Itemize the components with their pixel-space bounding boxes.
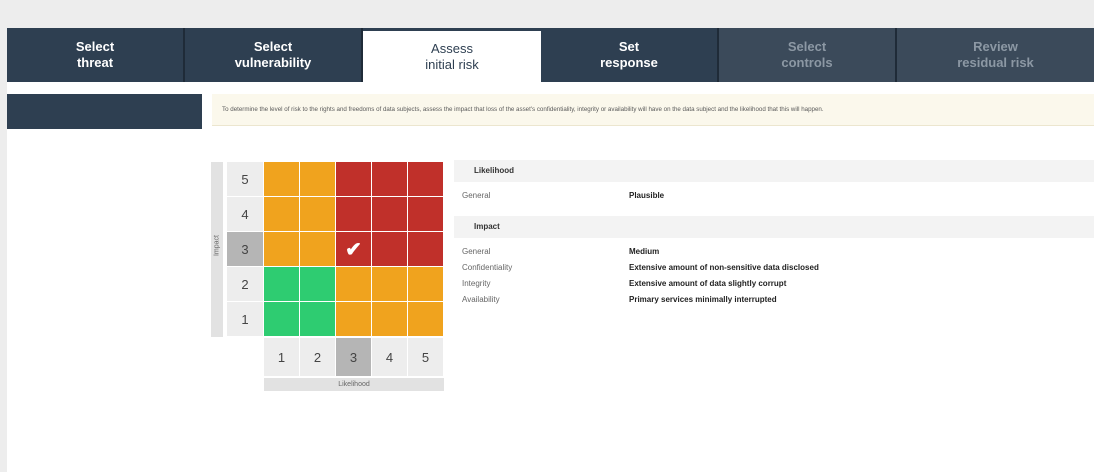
- step-select-vulnerability[interactable]: Select vulnerability: [185, 28, 363, 82]
- impact-axis: Impact: [211, 162, 223, 337]
- risk-cell-2-2[interactable]: [300, 267, 336, 302]
- risk-cell-5-1[interactable]: [264, 162, 300, 197]
- field-value: Primary services minimally interrupted: [629, 295, 777, 304]
- likelihood-axis-label: Likelihood: [264, 378, 444, 391]
- impact-heading: Impact: [454, 216, 1094, 238]
- risk-cell-2-4[interactable]: [372, 267, 408, 302]
- step-label-line1: Review: [973, 39, 1018, 54]
- risk-cell-3-4[interactable]: [372, 232, 408, 267]
- sidebar-header: [7, 94, 202, 129]
- risk-cell-3-2[interactable]: [300, 232, 336, 267]
- likelihood-level-1[interactable]: 1: [264, 338, 300, 376]
- risk-cell-4-4[interactable]: [372, 197, 408, 232]
- risk-cell-4-1[interactable]: [264, 197, 300, 232]
- step-label-line1: Select: [75, 39, 115, 54]
- risk-cell-5-3[interactable]: [336, 162, 372, 197]
- risk-cell-2-5[interactable]: [408, 267, 444, 302]
- step-select-threat[interactable]: Select threat: [7, 28, 185, 82]
- risk-cell-4-3[interactable]: [336, 197, 372, 232]
- field-label: Confidentiality: [462, 263, 513, 272]
- risk-matrix: Impact 54321 ✔ 12345 Likelihood: [207, 130, 448, 470]
- step-label-line1: Assess: [431, 40, 473, 56]
- step-label-line1: Select: [787, 39, 827, 54]
- checkmark-icon: ✔: [345, 238, 362, 261]
- risk-cell-1-3[interactable]: [336, 302, 372, 337]
- risk-cell-5-2[interactable]: [300, 162, 336, 197]
- likelihood-heading: Likelihood: [454, 160, 1094, 182]
- step-label-line2: threat: [76, 55, 114, 70]
- step-label-line2: vulnerability: [234, 55, 312, 70]
- risk-cell-3-3[interactable]: ✔: [336, 232, 372, 267]
- likelihood-general-row: General Plausible: [454, 188, 1094, 204]
- impact-integrity-row: Integrity Extensive amount of data sligh…: [454, 276, 1094, 292]
- step-review-residual-risk: Review residual risk: [897, 28, 1094, 82]
- step-select-controls: Select controls: [719, 28, 897, 82]
- impact-confidentiality-row: Confidentiality Extensive amount of non-…: [454, 260, 1094, 276]
- risk-cell-3-1[interactable]: [264, 232, 300, 267]
- impact-level-2[interactable]: 2: [227, 267, 263, 302]
- step-label-line2: initial risk: [425, 56, 479, 72]
- step-label-line1: Set: [618, 39, 640, 54]
- risk-cell-3-5[interactable]: [408, 232, 444, 267]
- step-label-line2: response: [600, 55, 658, 70]
- step-label-line2: controls: [781, 55, 833, 70]
- likelihood-labels: 12345: [264, 338, 444, 376]
- impact-labels: 54321: [227, 162, 263, 337]
- risk-cell-1-5[interactable]: [408, 302, 444, 337]
- step-label-line1: Select: [253, 39, 293, 54]
- field-label: General: [462, 191, 491, 200]
- risk-cell-4-2[interactable]: [300, 197, 336, 232]
- app-frame: Select threat Select vulnerability Asses…: [7, 28, 1094, 472]
- risk-cell-1-4[interactable]: [372, 302, 408, 337]
- likelihood-level-3[interactable]: 3: [336, 338, 372, 376]
- risk-cell-4-5[interactable]: [408, 197, 444, 232]
- risk-cell-5-5[interactable]: [408, 162, 444, 197]
- wizard-steps: Select threat Select vulnerability Asses…: [7, 28, 1094, 82]
- risk-cell-2-1[interactable]: [264, 267, 300, 302]
- field-value: Plausible: [629, 191, 665, 200]
- impact-level-1[interactable]: 1: [227, 302, 263, 337]
- field-label: Availability: [462, 295, 500, 304]
- likelihood-level-4[interactable]: 4: [372, 338, 408, 376]
- risk-details: Likelihood General Plausible Impact Gene…: [454, 160, 1094, 308]
- field-value: Medium: [629, 247, 660, 256]
- field-label: Integrity: [462, 279, 491, 288]
- field-value: Extensive amount of data slightly corrup…: [629, 279, 787, 288]
- impact-level-3[interactable]: 3: [227, 232, 263, 267]
- impact-general-row: General Medium: [454, 244, 1094, 260]
- step-set-response[interactable]: Set response: [541, 28, 719, 82]
- impact-level-5[interactable]: 5: [227, 162, 263, 197]
- field-value: Extensive amount of non-sensitive data d…: [629, 263, 819, 272]
- risk-cell-5-4[interactable]: [372, 162, 408, 197]
- risk-grid: ✔: [264, 162, 444, 337]
- impact-axis-label: Impact: [213, 235, 221, 257]
- step-label-line2: residual risk: [957, 55, 1034, 70]
- impact-level-4[interactable]: 4: [227, 197, 263, 232]
- info-banner: To determine the level of risk to the ri…: [212, 94, 1094, 126]
- risk-cell-1-2[interactable]: [300, 302, 336, 337]
- risk-cell-1-1[interactable]: [264, 302, 300, 337]
- likelihood-level-2[interactable]: 2: [300, 338, 336, 376]
- likelihood-level-5[interactable]: 5: [408, 338, 444, 376]
- risk-cell-2-3[interactable]: [336, 267, 372, 302]
- impact-availability-row: Availability Primary services minimally …: [454, 292, 1094, 308]
- step-assess-initial-risk[interactable]: Assess initial risk: [363, 28, 541, 82]
- field-label: General: [462, 247, 491, 256]
